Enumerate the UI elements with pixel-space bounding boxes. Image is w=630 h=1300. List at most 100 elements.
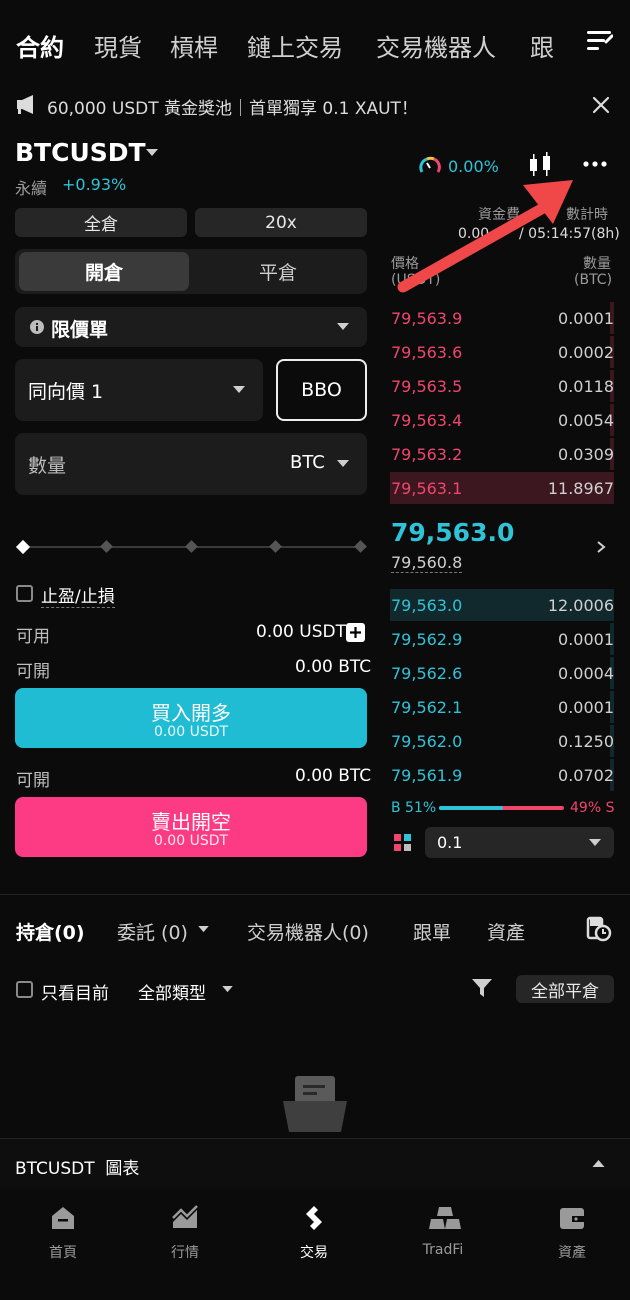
precision-select[interactable]: 0.1 — [425, 827, 614, 858]
bid-row[interactable]: 79,561.9 0.0702 — [390, 758, 614, 792]
tab-spot[interactable]: 現貨 — [94, 28, 142, 63]
tab-positions[interactable]: 持倉(0) — [16, 918, 85, 945]
home-icon — [52, 1207, 74, 1229]
ratio-bar — [439, 806, 564, 810]
bid-row[interactable]: 79,562.9 0.0001 — [390, 622, 614, 656]
tab-orders[interactable]: 委託 (0) — [117, 918, 188, 945]
tab-bots[interactable]: 交易機器人(0) — [247, 918, 369, 945]
promo-banner[interactable]: 60,000 USDT 黃金獎池｜首單獨享 0.1 XAUT！ — [0, 82, 630, 126]
bid-row[interactable]: 79,562.1 0.0001 — [390, 690, 614, 724]
chevron-up-icon — [592, 1160, 605, 1167]
all-types-select[interactable]: 全部類型 — [138, 979, 206, 1004]
tab-assets[interactable]: 資產 — [487, 918, 525, 945]
ask-qty: 11.8967 — [547, 479, 614, 498]
bottom-tab-trade[interactable]: 交易 — [251, 1200, 377, 1270]
trade-icon — [306, 1206, 322, 1230]
order-type-select[interactable]: 限價單 — [15, 307, 367, 347]
slider-handle[interactable] — [15, 539, 31, 555]
max-open-label: 可開 — [16, 662, 50, 682]
bottom-tab-label: 首頁 — [49, 1245, 77, 1261]
leverage-button[interactable]: 20x — [195, 208, 367, 237]
bottom-tab-tradfi[interactable]: TradFi — [380, 1200, 506, 1270]
top-nav: 合約 現貨 槓桿 鏈上交易 交易機器人 跟 — [0, 0, 630, 90]
sell-short-amount: 0.00 USDT — [153, 833, 229, 849]
only-current-label[interactable]: 只看目前 — [41, 979, 109, 1004]
ask-row[interactable]: 79,563.9 0.0001 — [390, 301, 614, 335]
slider-step — [354, 540, 367, 553]
bid-price: 79,562.9 — [391, 630, 463, 649]
ask-row[interactable]: 79,563.2 0.0309 — [390, 437, 614, 471]
tab-close-position[interactable]: 平倉 — [193, 252, 363, 291]
chevron-down-icon — [337, 460, 349, 467]
bid-row[interactable]: 79,562.6 0.0004 — [390, 656, 614, 690]
chevron-down-icon[interactable] — [198, 926, 209, 933]
available-label: 可用 — [16, 627, 50, 647]
tab-copy[interactable]: 跟單 — [413, 918, 451, 945]
sell-short-button[interactable]: 賣出開空 0.00 USDT — [15, 797, 367, 857]
bid-qty: 0.1250 — [558, 732, 614, 751]
ask-qty: 0.0001 — [558, 309, 614, 328]
bid-qty: 12.0006 — [547, 596, 614, 615]
chevron-down-icon — [589, 839, 601, 846]
transfer-add-icon[interactable] — [346, 623, 365, 642]
chevron-down-icon[interactable] — [222, 986, 233, 993]
buy-long-button[interactable]: 買入開多 0.00 USDT — [15, 688, 367, 748]
precision-value: 0.1 — [437, 833, 463, 852]
megaphone-icon — [17, 95, 33, 114]
filter-icon[interactable] — [471, 978, 493, 998]
bottom-tab-assets[interactable]: 資產 — [509, 1200, 630, 1270]
bid-row[interactable]: 79,562.0 0.1250 — [390, 724, 614, 758]
bottom-tab-markets[interactable]: 行情 — [122, 1200, 248, 1270]
ask-row[interactable]: 79,563.1 11.8967 — [390, 471, 614, 505]
banner-text: 60,000 USDT 黃金獎池｜首單獨享 0.1 XAUT！ — [47, 99, 418, 119]
tab-margin[interactable]: 槓桿 — [170, 28, 218, 63]
bid-price: 79,562.0 — [391, 732, 463, 751]
ask-row[interactable]: 79,563.6 0.0002 — [390, 335, 614, 369]
chevron-down-icon — [337, 323, 349, 330]
bid-qty: 0.0001 — [558, 630, 614, 649]
buy-ratio: B 51% — [391, 800, 437, 816]
order-type-label: 限價單 — [51, 319, 109, 341]
tab-trading-bot[interactable]: 交易機器人 — [376, 28, 496, 63]
ratio-bar-buy — [439, 806, 503, 810]
history-icon[interactable] — [586, 916, 612, 942]
close-icon[interactable] — [592, 96, 610, 114]
ask-price: 79,563.9 — [391, 309, 463, 328]
chart-bar-label: BTCUSDT 圖表 — [15, 1159, 140, 1179]
tab-onchain[interactable]: 鏈上交易 — [247, 28, 343, 63]
ask-price: 79,563.2 — [391, 445, 463, 464]
chart-toggle-bar[interactable]: BTCUSDT 圖表 — [0, 1138, 630, 1188]
orderbook-layout-icon[interactable] — [394, 834, 412, 852]
only-current-checkbox[interactable] — [16, 981, 33, 998]
ask-row[interactable]: 79,563.5 0.0118 — [390, 369, 614, 403]
tpsl-checkbox[interactable] — [16, 585, 33, 602]
buy-long-amount: 0.00 USDT — [153, 724, 229, 740]
price-mode-select[interactable]: 同向價 1 — [15, 359, 263, 421]
tpsl-label[interactable]: 止盈/止損 — [41, 582, 115, 608]
chevron-down-icon[interactable] — [146, 149, 158, 157]
price-change: +0.93% — [62, 175, 127, 194]
ask-price: 79,563.6 — [391, 343, 463, 362]
bid-row[interactable]: 79,563.0 12.0006 — [390, 588, 614, 622]
slider-step — [269, 540, 282, 553]
mark-price: 79,560.8 — [391, 553, 463, 573]
quantity-unit[interactable]: BTC — [290, 452, 325, 473]
tab-contract[interactable]: 合約 — [16, 28, 64, 63]
bbo-button[interactable]: BBO — [276, 359, 367, 421]
close-all-button[interactable]: 全部平倉 — [516, 975, 614, 1003]
bottom-tab-home[interactable]: 首頁 — [0, 1200, 126, 1270]
chevron-right-icon[interactable] — [596, 540, 606, 554]
bottom-tab-label: 交易 — [300, 1245, 328, 1261]
menu-icon[interactable] — [570, 0, 630, 82]
ask-row[interactable]: 79,563.4 0.0054 — [390, 403, 614, 437]
contract-type: 永續 — [15, 179, 48, 198]
tab-open-position[interactable]: 開倉 — [19, 252, 189, 291]
symbol-title[interactable]: BTCUSDT — [15, 138, 146, 167]
quantity-input[interactable]: 數量 BTC — [15, 433, 367, 495]
ask-qty: 0.0054 — [558, 411, 614, 430]
bid-price: 79,561.9 — [391, 766, 463, 785]
ask-price: 79,563.4 — [391, 411, 463, 430]
slider-step — [185, 540, 198, 553]
margin-mode-button[interactable]: 全倉 — [15, 208, 187, 237]
tab-copy-trade[interactable]: 跟 — [530, 28, 554, 63]
